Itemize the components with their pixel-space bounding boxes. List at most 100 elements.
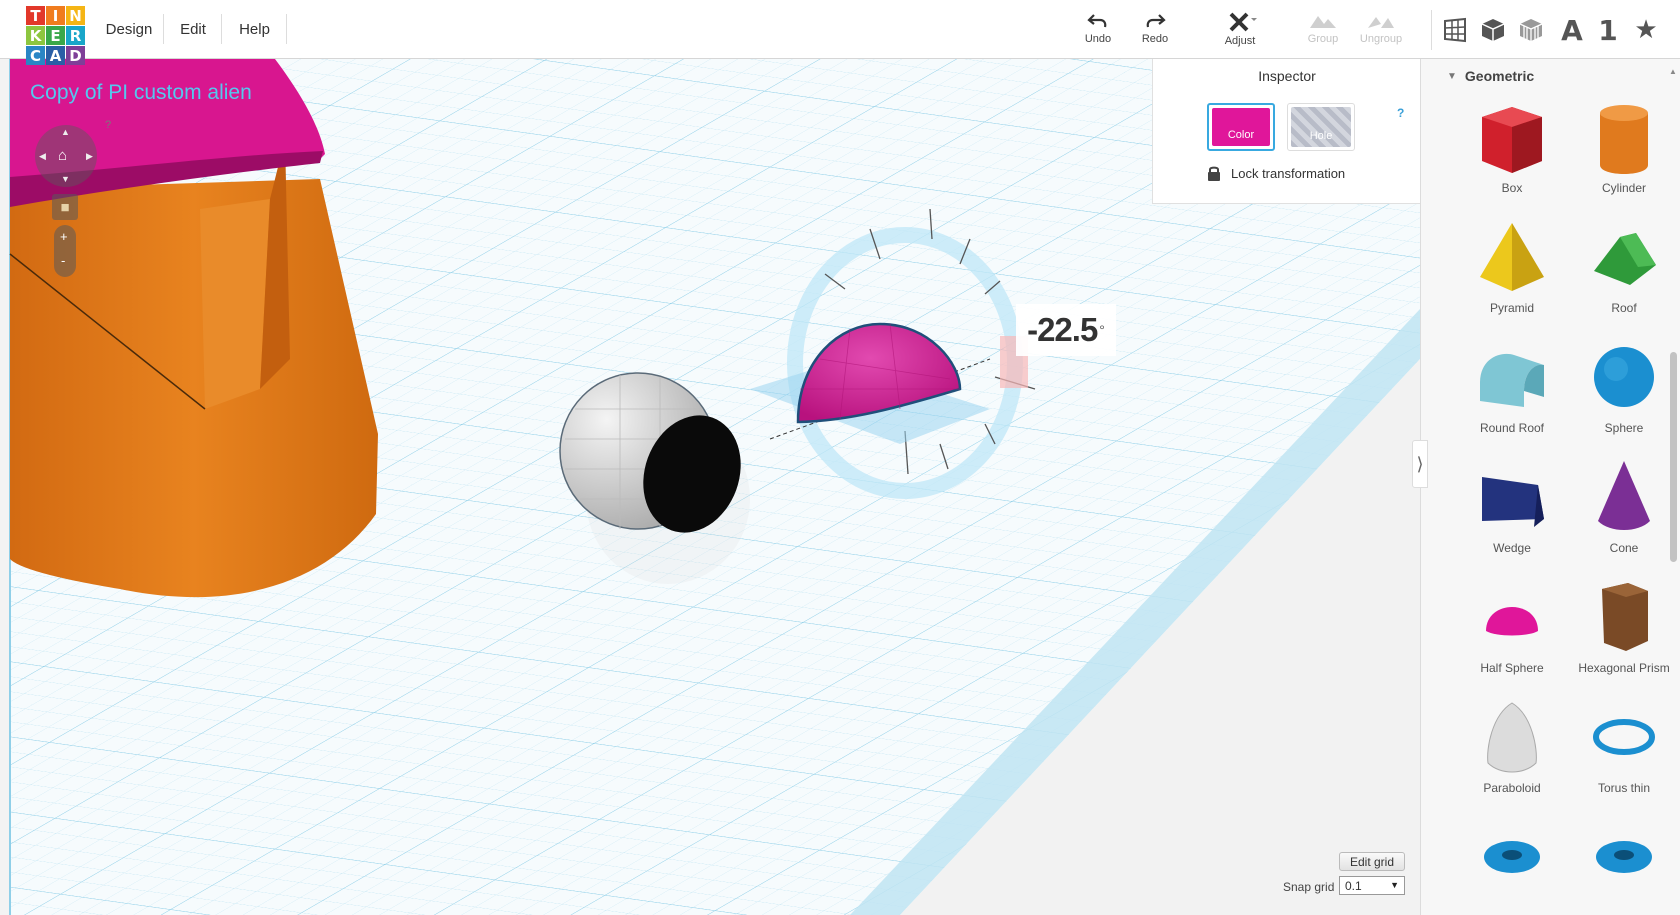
shape-thumbnail-icon — [1480, 353, 1544, 407]
menu-help[interactable]: Help — [222, 0, 287, 59]
logo-letter: C — [26, 46, 45, 65]
scrollbar-thumb[interactable] — [1670, 352, 1677, 562]
star-icon[interactable]: ★ — [1630, 14, 1662, 46]
menu-design-label: Design — [105, 21, 153, 38]
shape-label: Round Roof — [1479, 421, 1545, 435]
menu-divider — [286, 14, 287, 44]
project-title[interactable]: Copy of PI custom alien — [30, 81, 252, 105]
shape-thumbnail-icon — [1594, 233, 1656, 285]
category-label: Geometric — [1464, 68, 1535, 84]
adjust-icon — [1229, 12, 1257, 32]
shape-tile-sphere[interactable]: Sphere — [1569, 335, 1679, 445]
zoom-out-button[interactable]: - — [61, 253, 65, 268]
ungroup-icon — [1368, 17, 1394, 28]
logo-letter: A — [46, 46, 65, 65]
orbit-down-icon[interactable]: ▼ — [61, 174, 70, 184]
shape-thumbnail-icon — [1484, 841, 1540, 873]
shape-tile-cone[interactable]: Cone — [1569, 455, 1679, 565]
redo-label: Redo — [1141, 33, 1169, 45]
shape-tile-cylinder[interactable]: Cylinder — [1569, 95, 1679, 205]
shape-library-sidebar: ▼ Geometric Box Cylinder Pyramid Roof Round … — [1420, 59, 1680, 915]
ungroup-label: Ungroup — [1359, 33, 1403, 45]
collapse-triangle-icon: ▼ — [1447, 70, 1457, 82]
shape-thumbnail-icon — [1480, 223, 1544, 291]
orbit-up-icon[interactable]: ▲ — [61, 127, 70, 137]
shape-tile-box[interactable]: Box — [1457, 95, 1567, 205]
sidebar-scrollbar[interactable]: ▲ — [1667, 67, 1679, 913]
orbit-left-icon[interactable]: ◀ — [39, 151, 46, 162]
shape-label: Sphere — [1604, 421, 1644, 435]
color-swatch: Color — [1212, 108, 1270, 146]
rotation-angle-readout: -22.5 ° — [1016, 304, 1116, 356]
category-header-geometric[interactable]: ▼ Geometric — [1447, 68, 1534, 84]
shape-tile-wedge[interactable]: Wedge — [1457, 455, 1567, 565]
tinkercad-logo[interactable]: T I N K E R C A D — [26, 6, 86, 66]
shape-thumbnail-icon — [1600, 105, 1648, 174]
shape-thumbnail-icon — [1593, 719, 1655, 755]
shape-thumbnail-icon — [1602, 583, 1648, 651]
shape-label: Box — [1501, 181, 1523, 195]
ungroup-button[interactable]: Ungroup — [1351, 12, 1411, 52]
solid-view-icon[interactable] — [1477, 14, 1509, 46]
zoom-control: + - — [54, 225, 76, 277]
shape-label: Wedge — [1493, 541, 1531, 555]
navigation-help[interactable]: ? — [105, 119, 111, 131]
shape-label: Hexagonal Prism — [1578, 661, 1670, 675]
number-tool-icon[interactable]: 1 — [1592, 14, 1624, 47]
hole-button[interactable]: Hole — [1287, 103, 1355, 151]
edit-grid-button[interactable]: Edit grid — [1339, 852, 1405, 871]
logo-letter: E — [46, 26, 65, 45]
shape-thumbnail-icon — [1487, 702, 1537, 773]
group-button[interactable]: Group — [1293, 12, 1353, 52]
hole-label: Hole — [1309, 130, 1333, 142]
shape-label: Half Sphere — [1480, 661, 1544, 675]
sidebar-collapse-button[interactable]: ⟩ — [1412, 440, 1428, 488]
dropdown-arrow-icon: ▼ — [1390, 880, 1399, 890]
snap-grid-select[interactable]: 0.1 ▼ — [1339, 876, 1405, 895]
shape-tile-paraboloid[interactable]: Paraboloid — [1457, 695, 1567, 805]
redo-button[interactable]: Redo — [1125, 12, 1185, 52]
shape-tile-roof[interactable]: Roof — [1569, 215, 1679, 325]
shape-tile[interactable] — [1457, 815, 1567, 915]
home-view-icon[interactable]: ⌂ — [58, 147, 67, 164]
shape-tile-round-roof[interactable]: Round Roof — [1457, 335, 1567, 445]
text-tool-icon[interactable]: A — [1556, 14, 1588, 47]
shape-label: Paraboloid — [1483, 781, 1541, 795]
orbit-right-icon[interactable]: ▶ — [86, 151, 93, 162]
shape-tile[interactable] — [1569, 815, 1679, 915]
scroll-up-icon[interactable]: ▲ — [1669, 67, 1677, 76]
group-label: Group — [1307, 33, 1339, 45]
shape-tile-half-sphere[interactable]: Half Sphere — [1457, 575, 1567, 685]
inspector-title: Inspector — [1258, 68, 1316, 84]
snap-grid-value: 0.1 — [1345, 878, 1362, 893]
logo-letter: I — [46, 6, 65, 25]
lock-transformation-toggle[interactable]: Lock transformation — [1207, 165, 1345, 181]
orange-cutout-face — [200, 199, 270, 409]
grid-view-icon[interactable] — [1439, 14, 1471, 46]
group-icon — [1310, 16, 1336, 28]
shape-label: Cone — [1609, 541, 1639, 555]
undo-button[interactable]: Undo — [1068, 12, 1128, 52]
inspector-panel: Inspector ? Color Hole Lock transformati… — [1152, 59, 1420, 204]
toolbar-divider — [1431, 10, 1432, 50]
top-toolbar: T I N K E R C A D Design Edit Help Undo — [0, 0, 1680, 65]
shape-label: Cylinder — [1601, 181, 1646, 195]
wireframe-view-icon[interactable] — [1515, 14, 1547, 46]
adjust-button[interactable]: Adjust — [1210, 12, 1270, 52]
color-button[interactable]: Color — [1207, 103, 1275, 151]
shape-tile-torus-thin[interactable]: Torus thin — [1569, 695, 1679, 805]
shape-thumbnail-icon — [1594, 347, 1654, 407]
shape-tile-hexagonal-prism[interactable]: Hexagonal Prism — [1569, 575, 1679, 685]
shape-thumbnail-icon — [1482, 107, 1542, 173]
logo-letter: D — [66, 46, 85, 65]
fit-view-cube-icon[interactable]: ■ — [52, 194, 78, 220]
shape-tile-pyramid[interactable]: Pyramid — [1457, 215, 1567, 325]
menu-design[interactable]: Design — [94, 0, 164, 59]
zoom-in-button[interactable]: + — [60, 229, 68, 244]
shape-label: Pyramid — [1489, 301, 1534, 315]
menu-edit[interactable]: Edit — [164, 0, 222, 59]
inspector-help-link[interactable]: ? — [1397, 106, 1404, 120]
logo-letter: T — [26, 6, 45, 25]
shape-thumbnail-icon — [1482, 477, 1544, 527]
adjust-label: Adjust — [1224, 35, 1256, 47]
